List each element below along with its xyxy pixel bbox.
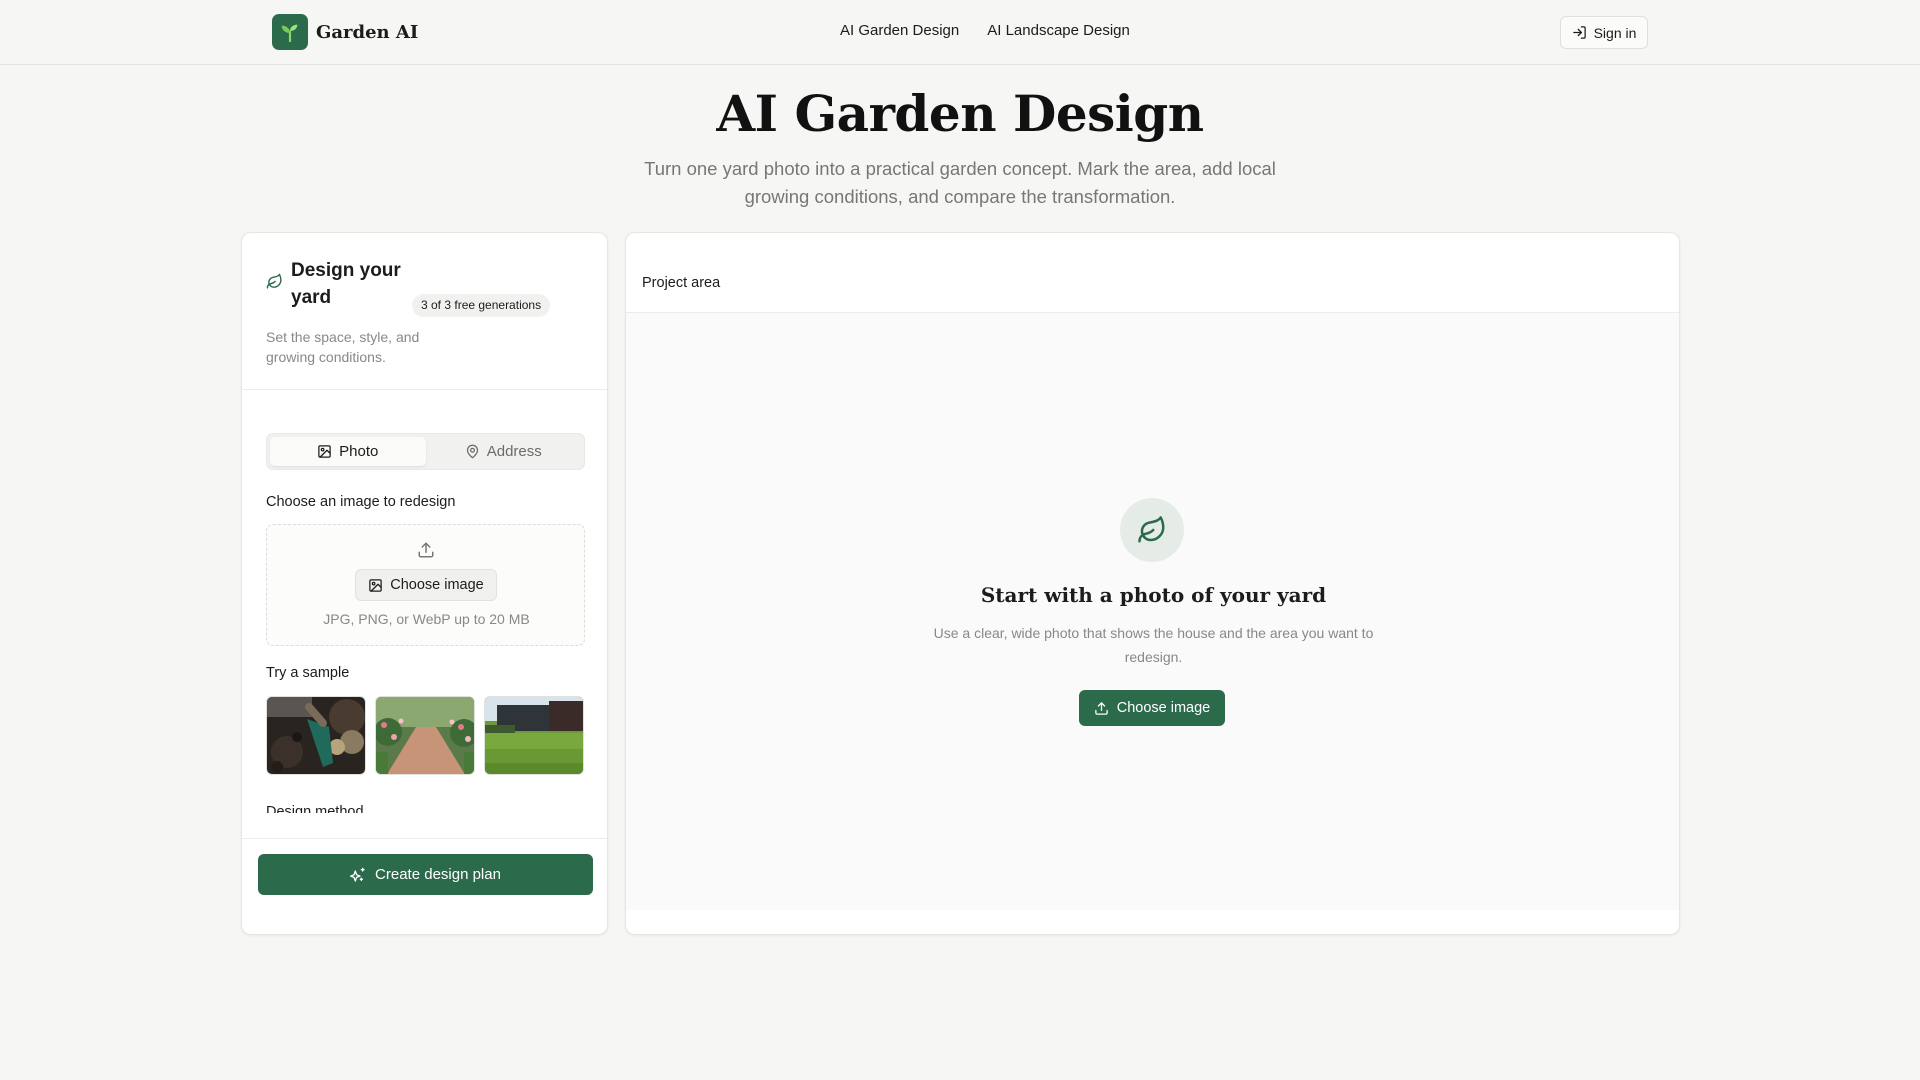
project-area-label: Project area <box>642 275 721 291</box>
create-design-plan-label: Create design plan <box>375 866 501 883</box>
sign-in-label: Sign in <box>1593 24 1637 41</box>
upload-dropzone[interactable]: Choose image JPG, PNG, or WebP up to 20 … <box>266 524 585 646</box>
upload-hint: JPG, PNG, or WebP up to 20 MB <box>323 611 530 627</box>
map-pin-icon <box>465 444 480 459</box>
tab-address[interactable]: Address <box>426 437 582 466</box>
brand[interactable]: Garden AI <box>272 14 418 50</box>
sample-label: Try a sample <box>266 665 350 681</box>
image-icon <box>317 444 332 459</box>
sample-image-lawn[interactable] <box>484 696 584 775</box>
create-design-plan-button[interactable]: Create design plan <box>258 854 593 895</box>
tab-photo-label: Photo <box>339 443 379 460</box>
leaf-icon <box>1120 498 1184 562</box>
sample-image-soil-trowel[interactable] <box>266 696 366 775</box>
upload-icon <box>1094 701 1109 716</box>
empty-state-subtitle: Use a clear, wide photo that shows the h… <box>933 625 1374 665</box>
sign-in-icon <box>1572 25 1587 40</box>
choose-image-label: Choose an image to redesign <box>266 494 456 510</box>
free-generations-badge: 3 of 3 free generations <box>412 294 551 317</box>
leaf-icon <box>266 273 283 290</box>
upload-icon <box>417 541 435 559</box>
choose-image-button-primary[interactable]: Choose image <box>1079 690 1225 726</box>
divider <box>242 838 607 839</box>
brand-name: Garden AI <box>316 21 419 43</box>
project-canvas: Start with a photo of your yard Use a cl… <box>626 313 1679 910</box>
divider <box>242 389 607 390</box>
choose-image-label: Choose image <box>390 577 484 593</box>
choose-image-primary-label: Choose image <box>1116 700 1211 716</box>
design-method-label: Design method <box>266 804 364 813</box>
nav-ai-landscape-design[interactable]: AI Landscape Design <box>987 22 1130 39</box>
empty-state-title: Start with a photo of your yard <box>980 583 1327 607</box>
choose-image-button[interactable]: Choose image <box>355 569 497 601</box>
design-settings-panel: Design your yard Set the space, style, a… <box>241 232 608 935</box>
nav-ai-garden-design[interactable]: AI Garden Design <box>840 22 959 39</box>
sample-image-garden-path[interactable] <box>375 696 475 775</box>
sign-in-button[interactable]: Sign in <box>1560 16 1648 49</box>
project-area-panel: Project area Start with a photo of your … <box>625 232 1680 935</box>
main-nav: AI Garden Design AI Landscape Design <box>840 22 1130 39</box>
tab-address-label: Address <box>486 443 542 460</box>
seedling-icon <box>272 14 308 50</box>
page-subtitle: Turn one yard photo into a practical gar… <box>644 158 1276 207</box>
page-title: AI Garden Design <box>716 84 1204 143</box>
sparkles-icon <box>350 867 366 883</box>
panel-subtitle: Set the space, style, and growing condit… <box>266 329 420 365</box>
sample-images <box>266 696 584 775</box>
panel-title: Design your yard <box>291 260 401 308</box>
tab-photo[interactable]: Photo <box>270 437 426 466</box>
top-navigation-bar: Garden AI AI Garden Design AI Landscape … <box>0 0 1920 65</box>
source-toggle: Photo Address <box>266 433 585 470</box>
image-icon <box>368 578 383 593</box>
